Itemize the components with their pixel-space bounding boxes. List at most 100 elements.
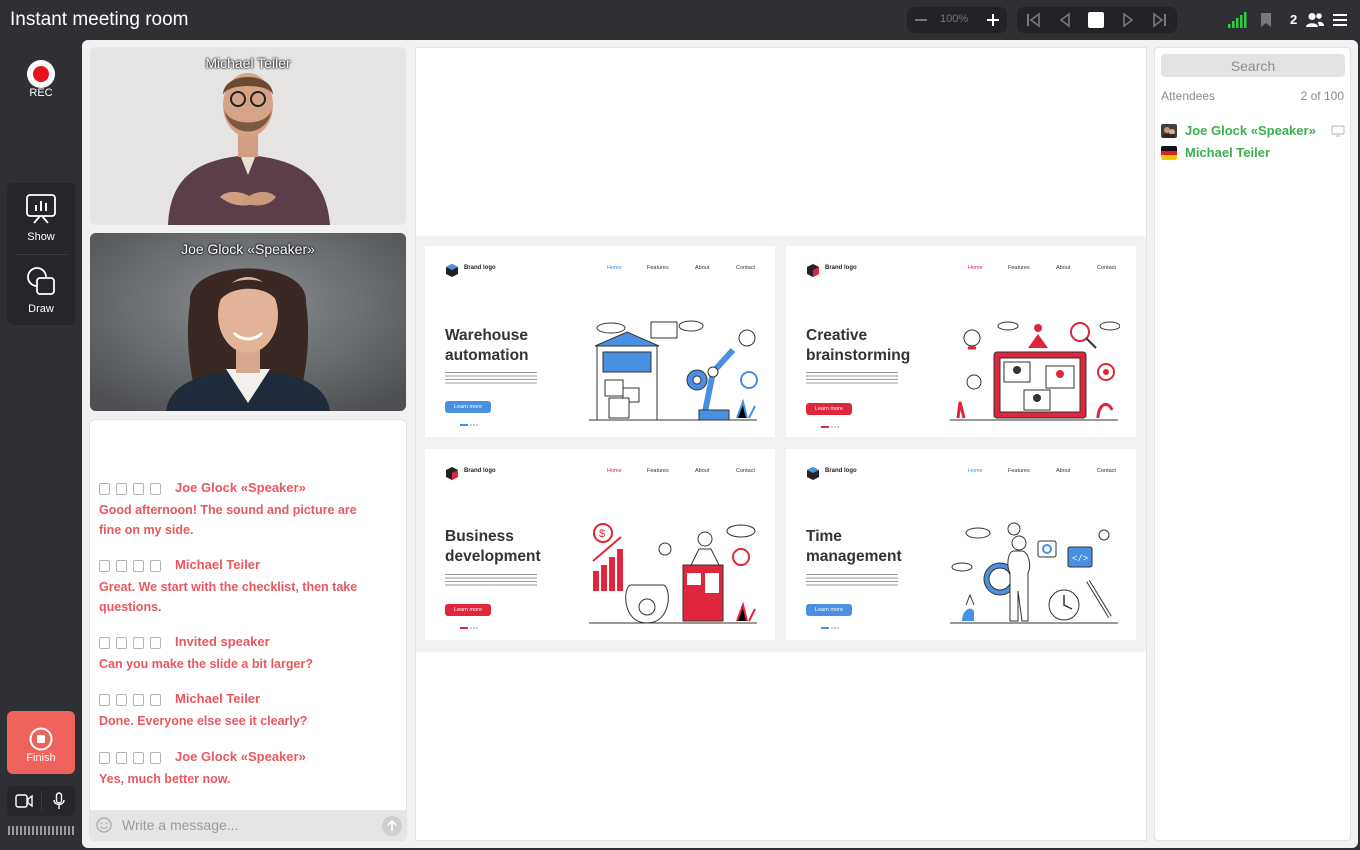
next-slide-icon[interactable] [1120, 12, 1136, 28]
attendees-panel: Attendees 2 of 100 Joe Glock «Speaker» M… [1154, 47, 1351, 841]
previous-slide-icon[interactable] [1057, 12, 1073, 28]
show-button[interactable]: Show [7, 183, 75, 253]
presentation-stage: Brand logo Home Features About Contact W… [415, 47, 1147, 841]
slide-card[interactable]: Brand logo Home Features About Contact W… [425, 246, 775, 437]
slide-brand: Brand logo [464, 265, 496, 271]
brand-logo-icon [807, 467, 819, 480]
bookmark-icon[interactable] [150, 483, 161, 495]
bookmark-icon[interactable] [1259, 12, 1273, 28]
delete-icon[interactable] [116, 694, 127, 706]
show-label: Show [27, 231, 55, 243]
delete-icon[interactable] [116, 752, 127, 764]
bookmark-icon[interactable] [150, 694, 161, 706]
zoom-in-button[interactable] [985, 12, 1001, 28]
first-slide-icon[interactable] [1025, 12, 1041, 28]
record-button[interactable]: REC [20, 60, 62, 100]
current-slide-indicator[interactable] [1088, 12, 1104, 28]
chat-message-input[interactable] [122, 816, 372, 834]
chat-input-bar [90, 810, 406, 840]
slide-card[interactable]: Brand logo Home Features About Contact B… [425, 449, 775, 640]
bookmark-icon[interactable] [150, 752, 161, 764]
message-author: Invited speaker [175, 634, 270, 649]
message-actions [99, 751, 167, 765]
slide-pager-dots [821, 627, 839, 629]
slide-nav-item: Contact [1097, 468, 1116, 474]
attendee-search-input[interactable] [1161, 54, 1345, 77]
slide-body-text [806, 574, 898, 586]
top-bar: Instant meeting room 100% 2 [0, 0, 1360, 40]
draw-button[interactable]: Draw [7, 255, 75, 325]
slide-grid: Brand logo Home Features About Contact W… [416, 236, 1146, 652]
slide-cta: Learn more [445, 604, 491, 616]
slide-nav-item: Home [607, 468, 622, 474]
slide-card[interactable]: Brand logo Home Features About Contact C… [786, 246, 1136, 437]
message-actions [99, 559, 167, 573]
pin-icon[interactable] [133, 694, 144, 706]
slide-nav-item: Contact [1097, 265, 1116, 271]
attendees-label: Attendees [1161, 89, 1216, 103]
message-text: Done. Everyone else see it clearly? [99, 714, 308, 728]
message-actions [99, 693, 167, 707]
slide-body-text [445, 372, 537, 384]
slide-cta: Learn more [806, 604, 852, 616]
slide-nav-item: Features [647, 265, 669, 271]
time-management-illustration-icon: </> [950, 522, 1118, 624]
delete-icon[interactable] [116, 560, 127, 572]
send-icon[interactable] [382, 816, 402, 836]
slide-title: Business development [445, 528, 541, 565]
attendee-item[interactable]: Joe Glock «Speaker» [1161, 122, 1345, 140]
svg-text:</>: </> [1072, 554, 1088, 564]
copy-icon[interactable] [99, 694, 110, 706]
slide-brand: Brand logo [825, 468, 857, 474]
slide-card[interactable]: Brand logo Home Features About Contact T… [786, 449, 1136, 640]
delete-icon[interactable] [116, 483, 127, 495]
zoom-control: 100% [907, 7, 1007, 33]
message-author: Joe Glock «Speaker» [175, 749, 306, 764]
germany-flag-icon [1161, 146, 1177, 160]
pin-icon[interactable] [133, 483, 144, 495]
slide-nav-item: Features [1008, 468, 1030, 474]
pin-icon[interactable] [133, 637, 144, 649]
shapes-icon [27, 267, 55, 295]
message-text: Good afternoon! The sound and picture ar… [99, 503, 357, 537]
slide-pager-dots [460, 627, 478, 629]
pin-icon[interactable] [133, 560, 144, 572]
menu-icon[interactable] [1333, 13, 1347, 27]
copy-icon[interactable] [99, 637, 110, 649]
bookmark-icon[interactable] [150, 560, 161, 572]
slide-brand: Brand logo [464, 468, 496, 474]
participant-video [90, 233, 406, 411]
slide-nav-item: Home [607, 265, 622, 271]
microphone-icon[interactable] [53, 792, 65, 810]
attendee-avatar-icon [1161, 124, 1177, 138]
copy-icon[interactable] [99, 752, 110, 764]
finish-button[interactable]: Finish [7, 711, 75, 774]
attendee-item[interactable]: Michael Teiler [1161, 144, 1345, 162]
record-icon [27, 60, 55, 88]
video-tile-joe[interactable]: Joe Glock «Speaker» [90, 233, 406, 411]
record-label: REC [29, 87, 53, 99]
media-divider [41, 791, 42, 811]
slide-title: Warehouse automation [445, 327, 529, 364]
tool-panel: Show Draw [7, 183, 75, 325]
message-author: Michael Teiler [175, 691, 261, 706]
copy-icon[interactable] [99, 483, 110, 495]
emoji-icon[interactable] [96, 817, 112, 833]
attendee-name: Michael Teiler [1185, 145, 1271, 160]
copy-icon[interactable] [99, 560, 110, 572]
pin-icon[interactable] [133, 752, 144, 764]
last-slide-icon[interactable] [1152, 12, 1168, 28]
zoom-out-button[interactable] [915, 19, 927, 21]
attendees-icon[interactable] [1306, 12, 1324, 28]
bookmark-icon[interactable] [150, 637, 161, 649]
delete-icon[interactable] [116, 637, 127, 649]
video-tile-michael[interactable]: Michael Teiler [90, 47, 406, 225]
camera-icon[interactable] [15, 794, 33, 808]
brainstorm-illustration-icon [950, 321, 1120, 421]
message-author: Michael Teiler [175, 557, 261, 572]
chat-panel: Joe Glock «Speaker» Good afternoon! The … [89, 419, 407, 841]
participant-video [90, 47, 406, 225]
signal-strength-icon [1228, 12, 1247, 28]
slide-nav-item: About [695, 265, 710, 271]
draw-label: Draw [28, 303, 54, 315]
